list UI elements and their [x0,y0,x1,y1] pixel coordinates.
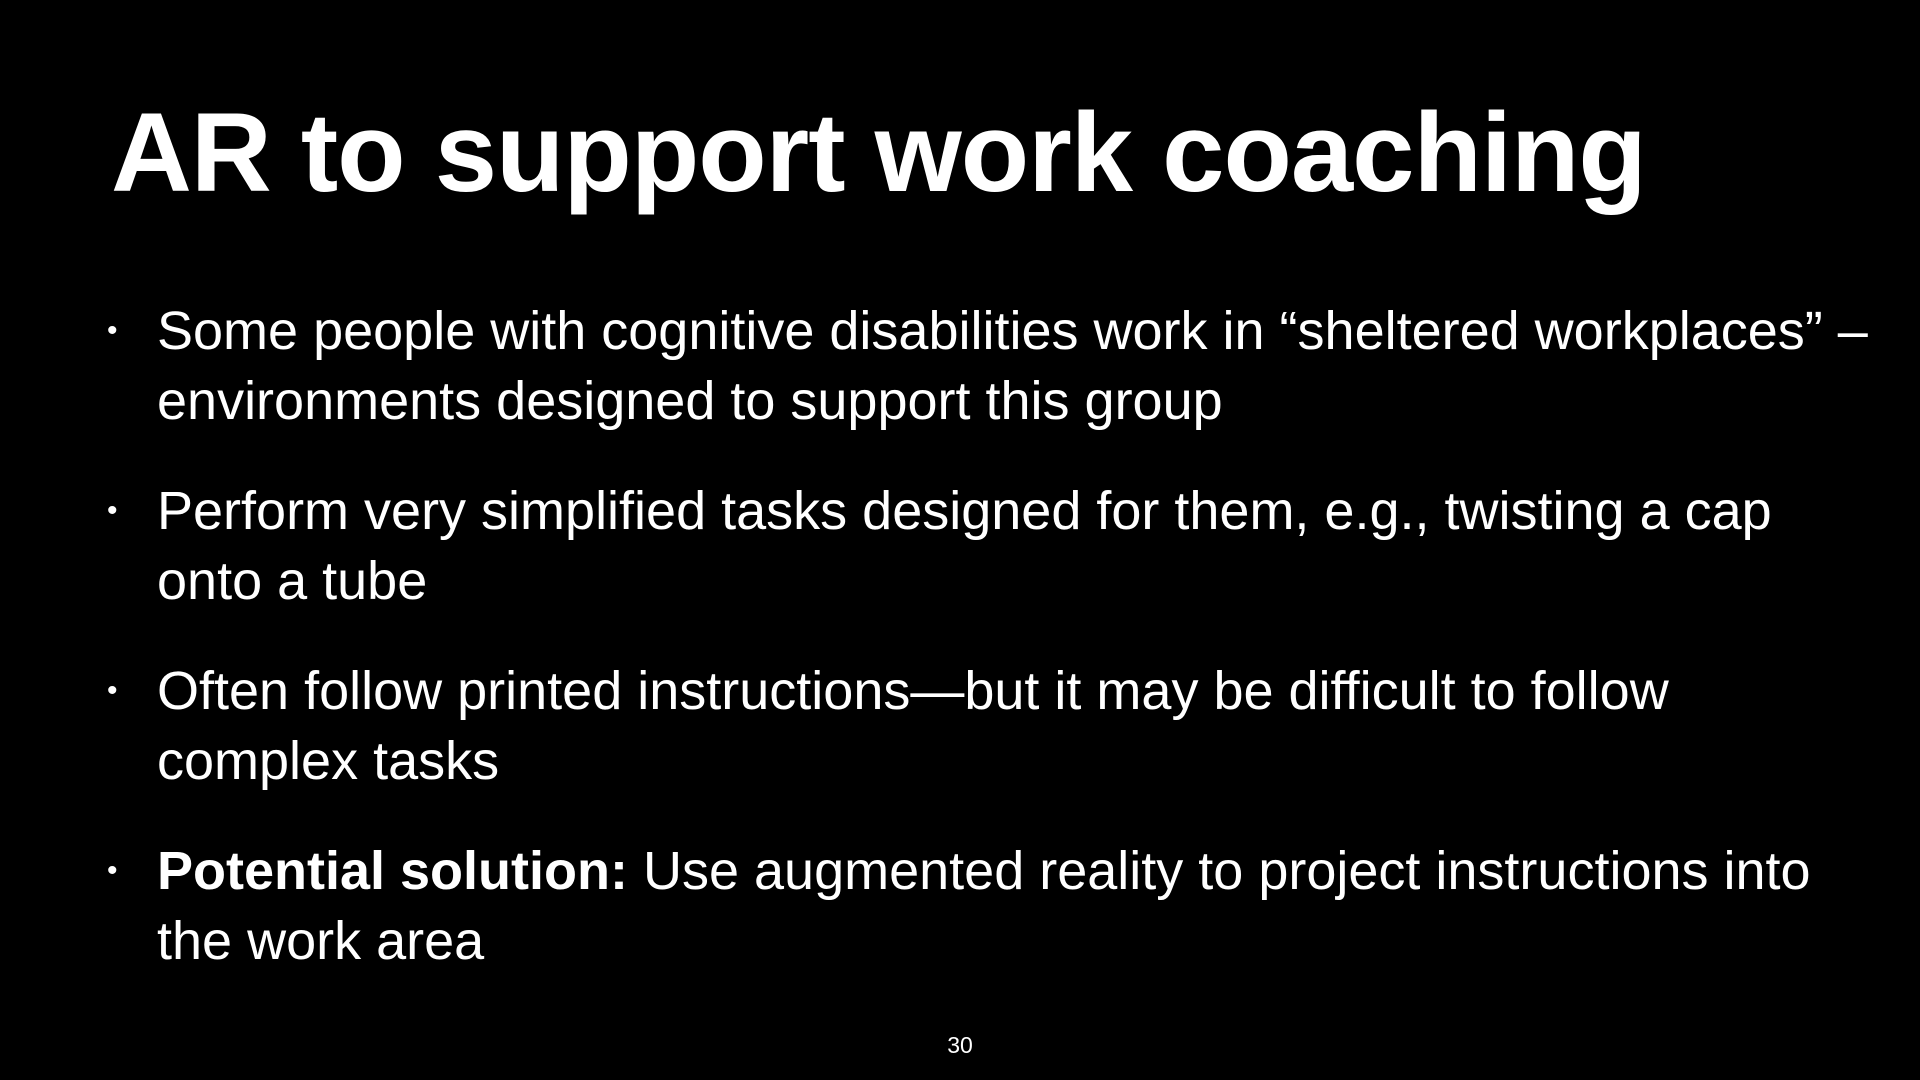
bullet-dot-icon: • [107,494,118,527]
bullet-bold-lead: Potential solution: [157,841,628,901]
bullet-dot-icon: • [107,674,118,707]
bullet-text: Perform very simplified tasks designed f… [157,481,1772,611]
bullet-dot-icon: • [107,854,118,887]
slide: AR to support work coaching • Some peopl… [0,0,1920,1080]
bullet-text: Often follow printed instructions—but it… [157,661,1669,791]
bullet-item: • Potential solution: Use augmented real… [107,836,1877,976]
page-number: 30 [947,1032,973,1058]
bullet-item: • Some people with cognitive disabilitie… [107,296,1877,436]
bullet-list: • Some people with cognitive disabilitie… [107,296,1877,1016]
slide-title: AR to support work coaching [111,90,1647,215]
bullet-item: • Often follow printed instructions—but … [107,656,1877,796]
bullet-text: Some people with cognitive disabilities … [157,301,1868,431]
bullet-item: • Perform very simplified tasks designed… [107,476,1877,616]
bullet-dot-icon: • [107,314,118,347]
